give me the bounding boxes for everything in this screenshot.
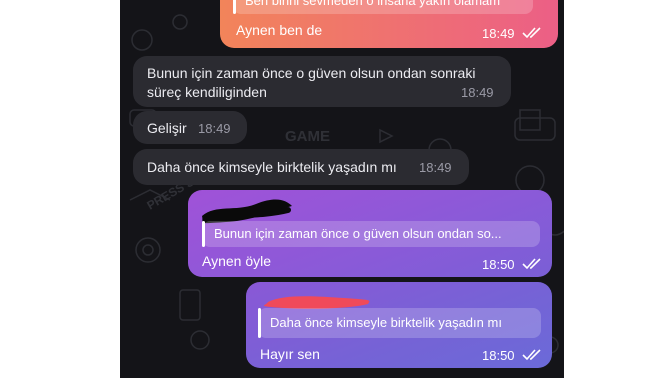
reply-quote-text: Ben birini sevmeden o insana yakın olama… — [245, 0, 501, 8]
double-check-icon — [522, 258, 541, 270]
outgoing-message-bubble[interactable]: Ben birini sevmeden o insana yakın olama… — [220, 0, 558, 48]
message-time: 18:49 — [419, 160, 452, 175]
reply-quote[interactable]: Ben birini sevmeden o insana yakın olama… — [233, 0, 533, 14]
reply-quote[interactable]: Bunun için zaman önce o güven olsun onda… — [202, 221, 540, 247]
message-text-line1: Bunun için zaman önce o güven olsun onda… — [147, 65, 476, 81]
message-text: Daha önce kimseyle birktelik yaşadın mı — [147, 159, 397, 175]
message-time: 18:50 — [482, 348, 515, 363]
incoming-message-bubble[interactable]: Bunun için zaman önce o güven olsun onda… — [133, 56, 511, 107]
message-time: 18:49 — [461, 85, 494, 100]
double-check-icon — [522, 349, 541, 361]
outgoing-message-bubble[interactable]: Daha önce kimseyle birktelik yaşadın mı … — [246, 282, 552, 368]
reply-quote-bar — [233, 0, 236, 14]
message-text: Aynen öyle — [202, 253, 272, 269]
message-time: 18:49 — [198, 121, 231, 136]
reply-quote[interactable]: Daha önce kimseyle birktelik yaşadın mı — [258, 308, 541, 338]
message-text-line2: süreç kendiliginden — [147, 84, 267, 100]
message-text: Hayır sen — [260, 346, 320, 362]
double-check-icon — [522, 27, 541, 39]
message-time: 18:50 — [482, 257, 515, 272]
message-time: 18:49 — [482, 26, 515, 41]
outgoing-message-bubble[interactable]: Bunun için zaman önce o güven olsun onda… — [188, 190, 552, 277]
incoming-message-bubble[interactable]: Gelişir 18:49 — [133, 111, 247, 144]
reply-quote-bar — [202, 221, 205, 247]
reply-quote-text: Daha önce kimseyle birktelik yaşadın mı — [270, 315, 502, 330]
message-text: Aynen ben de — [236, 22, 323, 38]
reply-quote-text: Bunun için zaman önce o güven olsun onda… — [214, 226, 502, 241]
reply-quote-bar — [258, 308, 261, 338]
incoming-message-bubble[interactable]: Daha önce kimseyle birktelik yaşadın mı … — [133, 149, 469, 185]
message-text: Gelişir — [147, 120, 187, 136]
chat-window: GAME PRESS START Ben birini sevmeden o i… — [120, 0, 564, 378]
doodle-game-text: GAME — [285, 128, 330, 145]
